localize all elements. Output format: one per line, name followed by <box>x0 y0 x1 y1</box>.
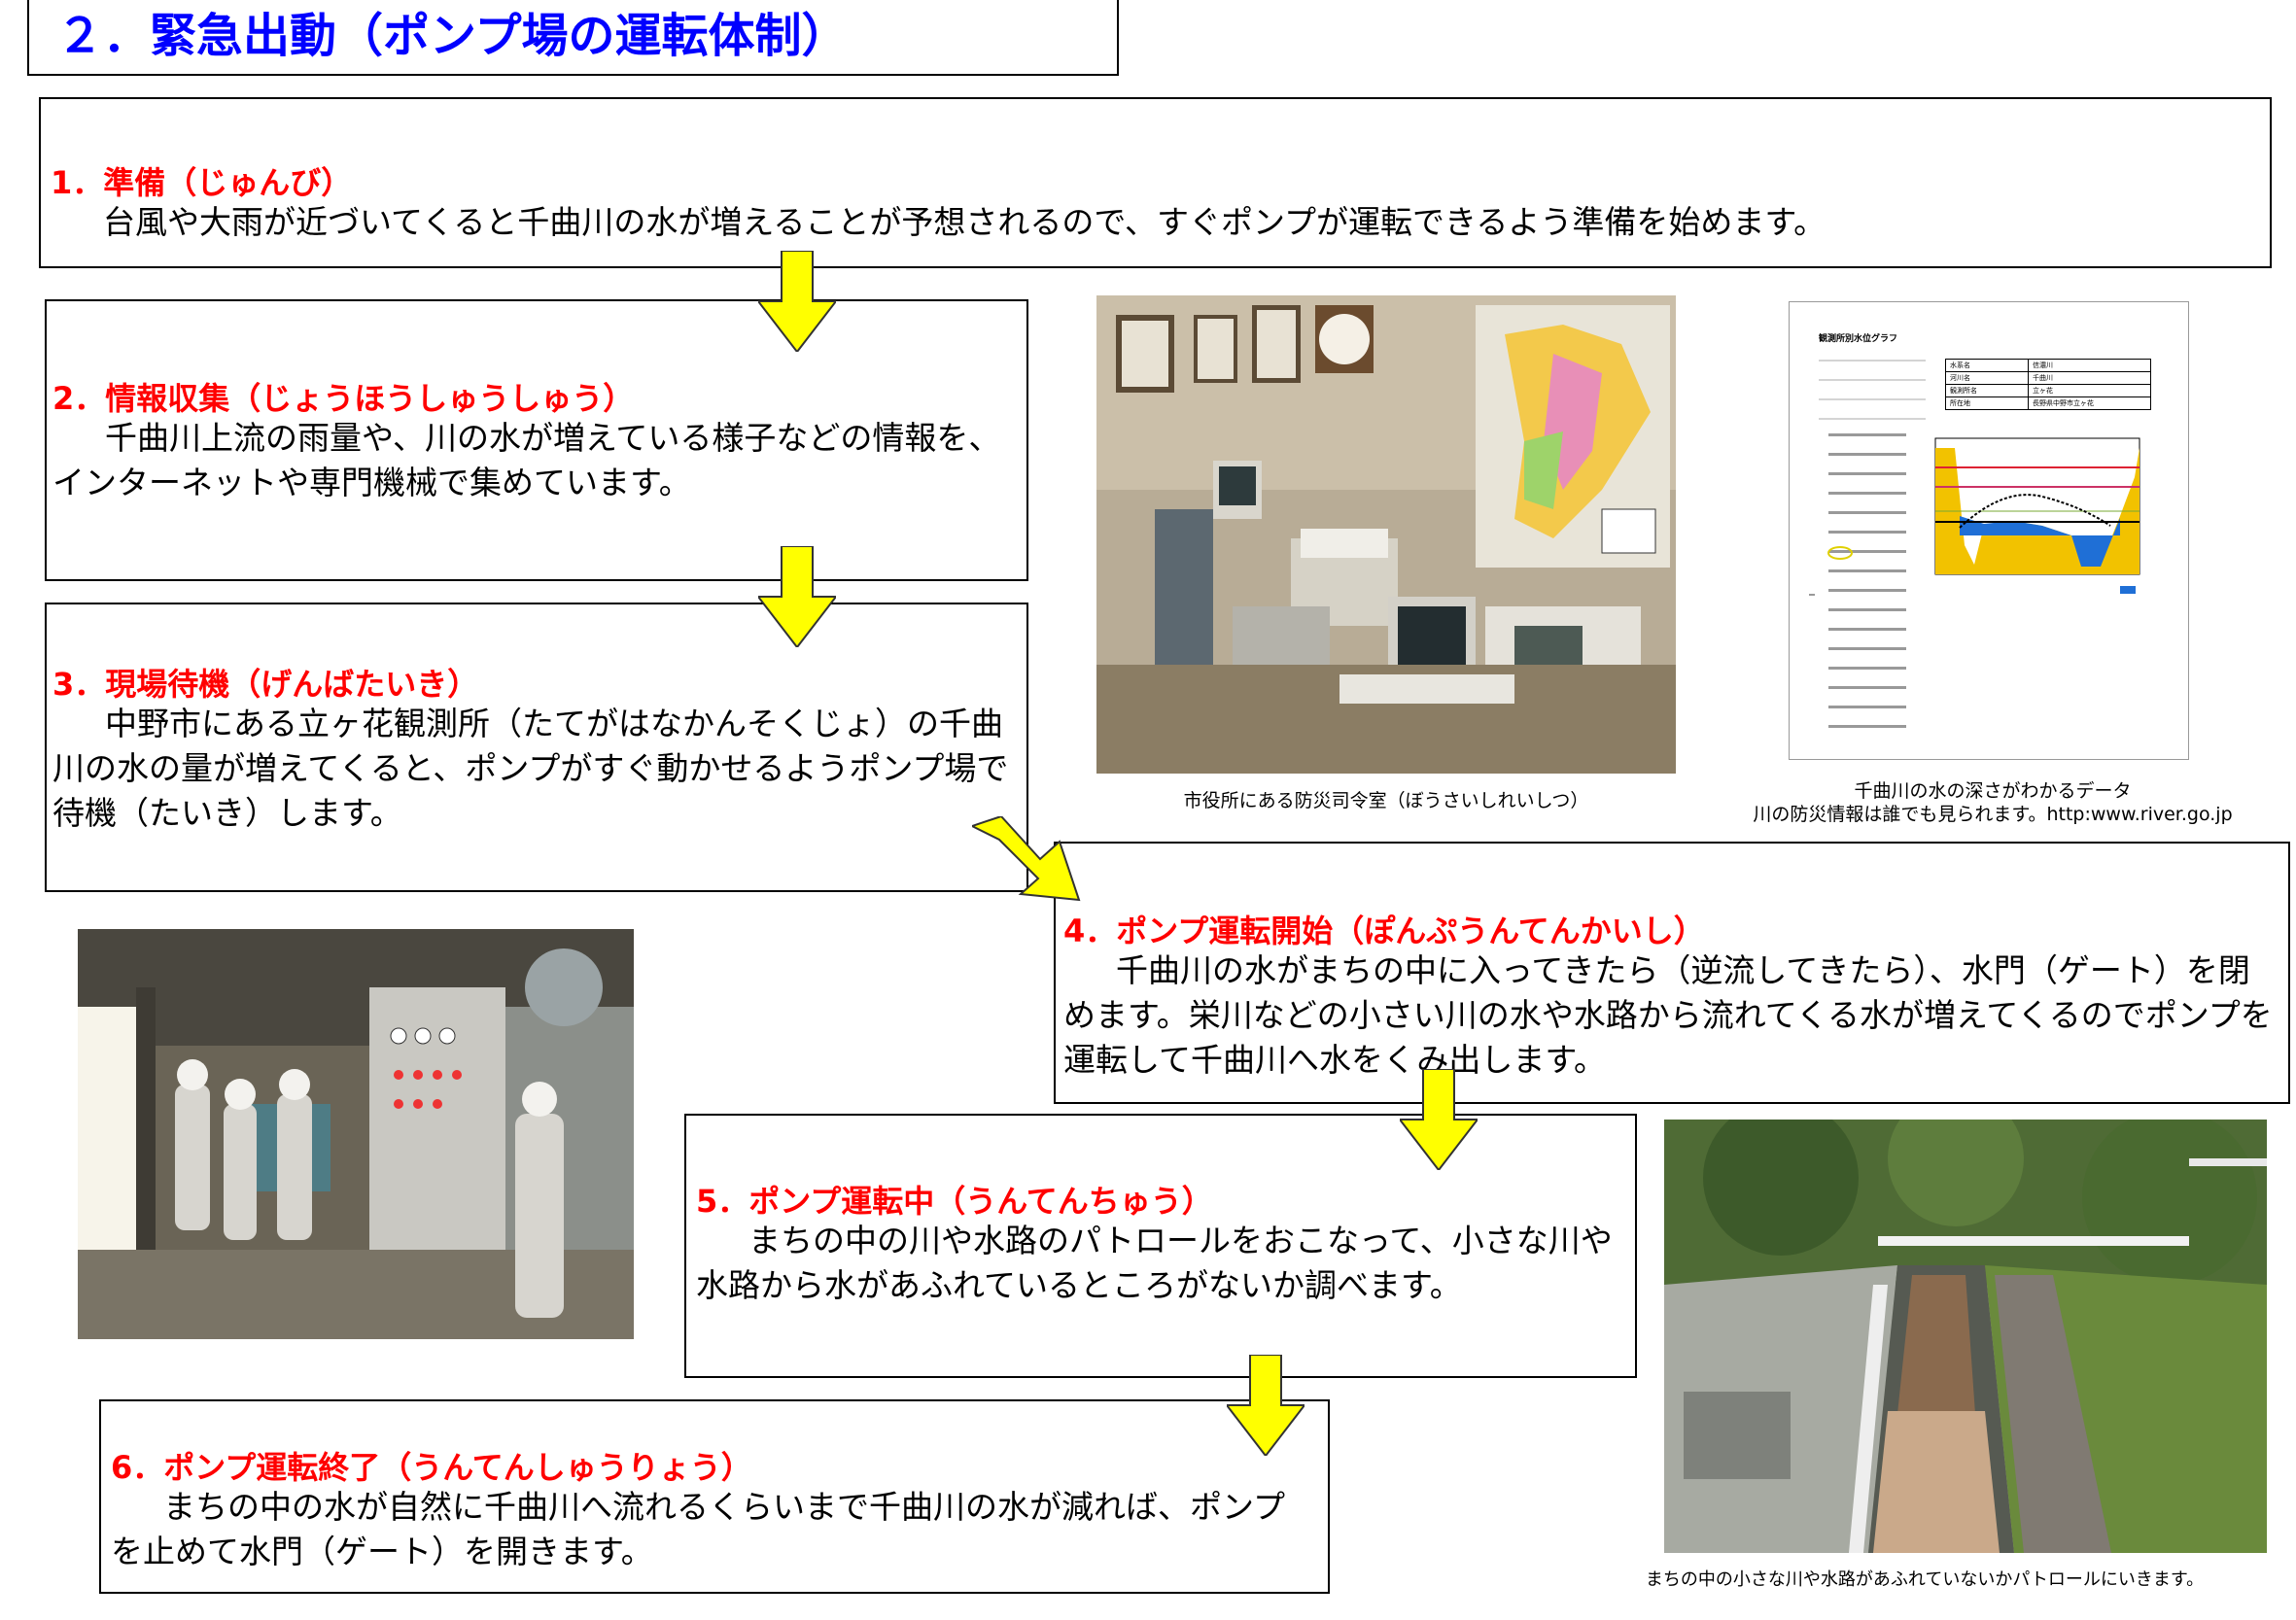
header-box: ２．緊急出動（ポンプ場の運転体制） <box>27 0 1119 76</box>
control-room-caption: 市役所にある防災司令室（ぼうさいしれいしつ） <box>1183 790 1589 811</box>
step-6-box: 6．ポンプ運転終了（うんてんしゅうりょう） まちの中の水が自然に千曲川へ流れるく… <box>99 1399 1330 1594</box>
arrow-down-1 <box>758 251 836 352</box>
step-6-title: 6．ポンプ運転終了（うんてんしゅうりょう） <box>111 1449 752 1486</box>
waterway-patrol-photo <box>1664 1120 2267 1553</box>
step-3-title: 3．現場待機（げんばたいき） <box>52 666 479 703</box>
step-5-box: 5．ポンプ運転中（うんてんちゅう） まちの中の川や水路のパトロールをおこなって、… <box>684 1114 1637 1378</box>
water-level-graph: 観測所別水位グラフ 水系名 信濃川 河川名 千曲川 観測所名 立ヶ花 所在地 長… <box>1789 301 2189 760</box>
step-6-body: まちの中の水が自然に千曲川へ流れるくらいまで千曲川の水が減れば、ポンプを止めて水… <box>111 1485 1316 1574</box>
step-3-body: 中野市にある立ヶ花観測所（たてがはなかんそくじょ）の千曲川の水の量が増えてくると… <box>52 702 1025 836</box>
pump-station-photo <box>78 929 634 1339</box>
step-5-title: 5．ポンプ運転中（うんてんちゅう） <box>696 1183 1213 1220</box>
patrol-caption: まちの中の小さな川や水路があふれていないかパトロールにいきます。 <box>1645 1569 2205 1590</box>
step-1-body: 台風や大雨が近づいてくると千曲川の水が増えることが予想されるので、すぐポンプが運… <box>51 200 2257 245</box>
step-4-body: 千曲川の水がまちの中に入ってきたら（逆流してきたら）、水門（ゲート）を閉めます。… <box>1063 948 2280 1083</box>
step-6-text: まちの中の水が自然に千曲川へ流れるくらいまで千曲川の水が減れば、ポンプを止めて水… <box>111 1488 1286 1570</box>
step-1-text: 台風や大雨が近づいてくると千曲川の水が増えることが予想されるので、すぐポンプが運… <box>103 203 1826 241</box>
graph-caption-line2: 川の防災情報は誰でも見られます。http:www.river.go.jp <box>1753 804 2233 825</box>
step-4-title: 4．ポンプ運転開始（ぽんぷうんてんかいし） <box>1063 913 1705 949</box>
arrow-down-2 <box>758 546 836 647</box>
control-room-photo <box>1096 295 1676 774</box>
step-2-text: 千曲川上流の雨量や、川の水が増えている様子などの情報を、インターネットや専門機械… <box>52 419 1001 501</box>
graph-caption-line1: 千曲川の水の深さがわかるデータ <box>1854 780 2132 802</box>
arrow-diagonal-3 <box>972 816 1081 902</box>
step-2-body: 千曲川上流の雨量や、川の水が増えている様子などの情報を、インターネットや専門機械… <box>52 416 1025 505</box>
arrow-down-4 <box>1400 1069 1478 1170</box>
step-2-title: 2．情報収集（じょうほうしゅうしゅう） <box>52 380 635 417</box>
arrow-down-5 <box>1227 1355 1305 1456</box>
step-2-box: 2．情報収集（じょうほうしゅうしゅう） 千曲川上流の雨量や、川の水が増えている様… <box>45 299 1028 581</box>
step-1-box: 1．準備（じゅんび） 台風や大雨が近づいてくると千曲川の水が増えることが予想され… <box>39 97 2272 268</box>
step-3-box: 3．現場待機（げんばたいき） 中野市にある立ヶ花観測所（たてがはなかんそくじょ）… <box>45 603 1028 892</box>
page-title: ２．緊急出動（ポンプ場の運転体制） <box>56 9 849 63</box>
step-4-box: 4．ポンプ運転開始（ぽんぷうんてんかいし） 千曲川の水がまちの中に入ってきたら（… <box>1054 842 2290 1104</box>
step-3-text: 中野市にある立ヶ花観測所（たてがはなかんそくじょ）の千曲川の水の量が増えてくると… <box>52 705 1009 832</box>
graph-doc-chart <box>1809 360 2140 728</box>
step-1-title: 1．準備（じゅんび） <box>51 164 353 201</box>
step-5-text: まちの中の川や水路のパトロールをおこなって、小さな川や水路から水があふれていると… <box>696 1222 1613 1304</box>
step-4-text: 千曲川の水がまちの中に入ってきたら（逆流してきたら）、水門（ゲート）を閉めます。… <box>1063 951 2273 1079</box>
step-5-body: まちの中の川や水路のパトロールをおこなって、小さな川や水路から水があふれていると… <box>696 1219 1629 1308</box>
